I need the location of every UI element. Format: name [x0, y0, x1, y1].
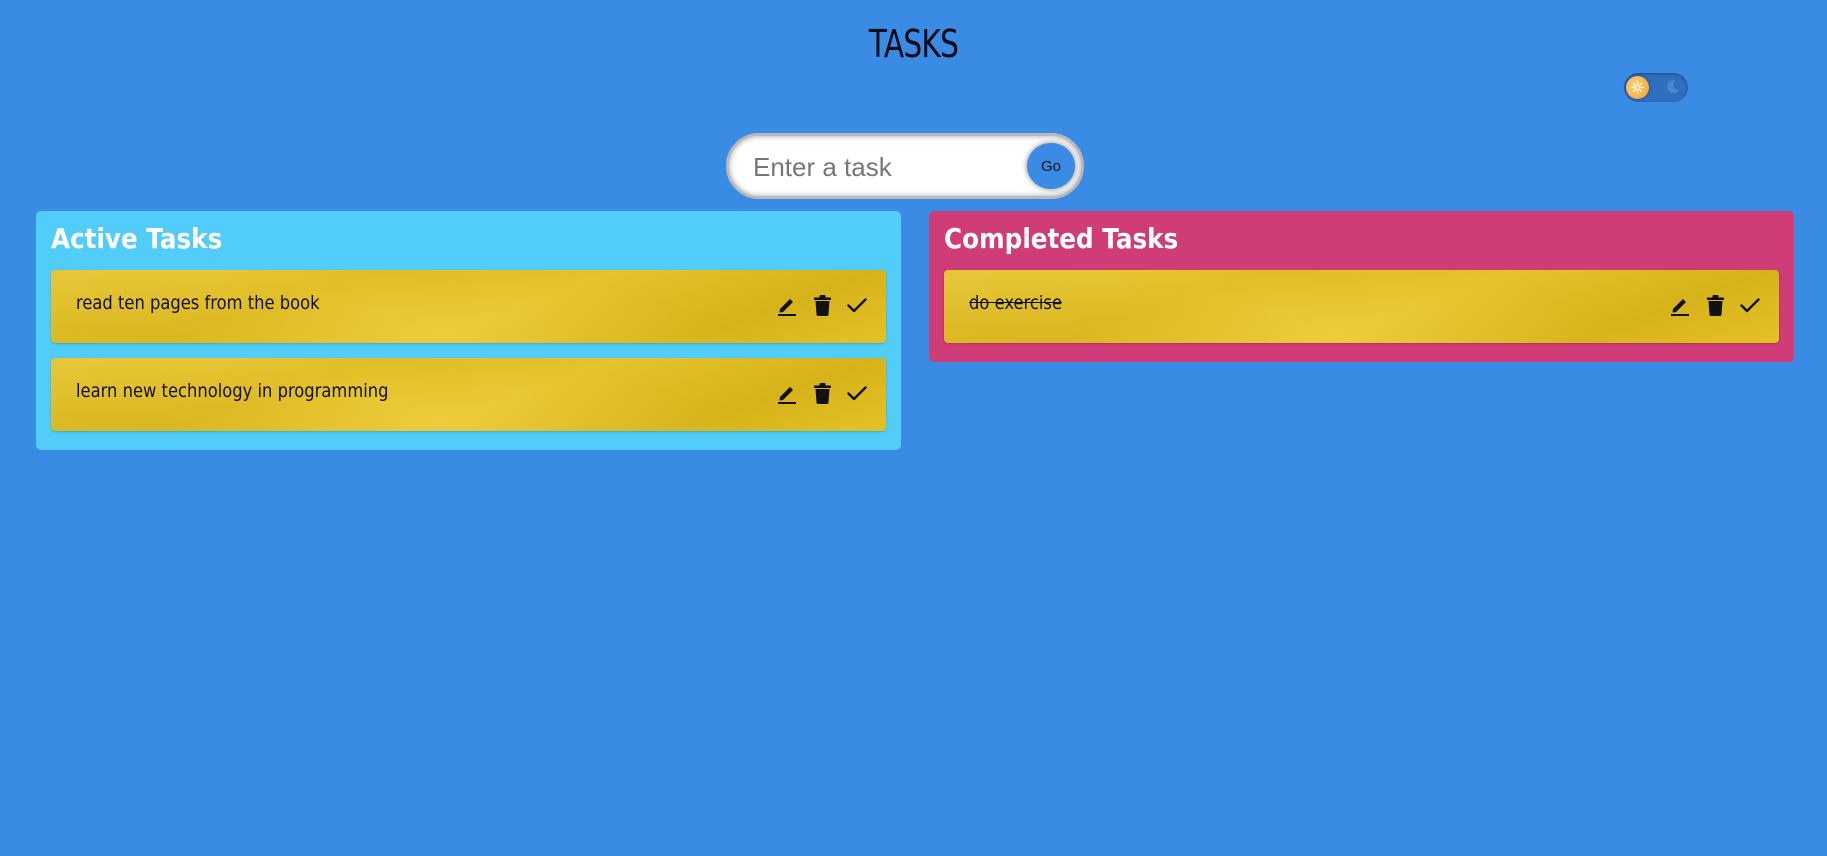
add-task-form: Go	[726, 133, 1084, 199]
task-actions	[1656, 292, 1761, 318]
task-text: do exercise	[969, 292, 1063, 314]
task-card[interactable]: do exercise	[944, 270, 1779, 343]
edit-icon[interactable]	[1669, 293, 1691, 317]
done-icon[interactable]	[1739, 293, 1761, 317]
edit-icon[interactable]	[776, 381, 798, 405]
theme-toggle[interactable]	[1624, 73, 1688, 102]
delete-icon[interactable]	[811, 381, 833, 405]
go-button[interactable]: Go	[1027, 143, 1075, 189]
done-icon[interactable]	[846, 293, 868, 317]
active-tasks-title: Active Tasks	[51, 222, 223, 255]
task-actions	[763, 380, 868, 406]
delete-icon[interactable]	[1704, 293, 1726, 317]
moon-icon	[1667, 80, 1680, 94]
completed-tasks-column: Completed Tasks do exercise	[929, 211, 1794, 362]
toggle-knob	[1626, 76, 1649, 99]
completed-tasks-title: Completed Tasks	[944, 222, 1179, 255]
task-input[interactable]	[751, 148, 1015, 186]
page-title: TASKS	[868, 22, 959, 66]
sun-icon	[1631, 81, 1644, 94]
task-text: learn new technology in programming	[76, 380, 389, 402]
edit-icon[interactable]	[776, 293, 798, 317]
task-card[interactable]: learn new technology in programming	[51, 358, 886, 431]
active-tasks-column: Active Tasks read ten pages from the boo…	[36, 211, 901, 450]
task-actions	[763, 292, 868, 318]
task-card[interactable]: read ten pages from the book	[51, 270, 886, 343]
task-text: read ten pages from the book	[76, 292, 320, 314]
delete-icon[interactable]	[811, 293, 833, 317]
done-icon[interactable]	[846, 381, 868, 405]
